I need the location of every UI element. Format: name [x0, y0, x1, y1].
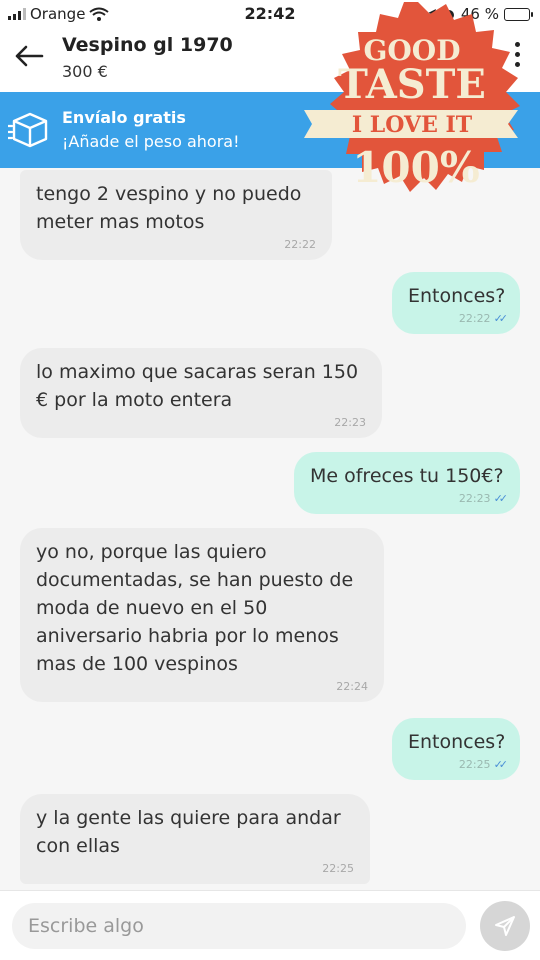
read-receipt-icon: ✓✓	[493, 758, 509, 771]
item-title[interactable]: Vespino gl 1970	[62, 34, 233, 56]
message-time: 22:24	[336, 680, 368, 693]
message-text: Me ofreces tu 150€?	[310, 465, 504, 487]
message-text: y la gente las quiere para andar con ell…	[36, 807, 341, 857]
message-text: Entonces?	[408, 731, 506, 753]
message-time: 22:22	[284, 238, 316, 251]
message-incoming: tengo 2 vespino y no puedo meter mas mot…	[20, 170, 332, 260]
message-time: 22:23 ✓✓	[458, 492, 509, 505]
send-icon	[495, 916, 515, 936]
message-incoming: yo no, porque las quiero documentadas, s…	[20, 528, 384, 702]
message-time: 22:22 ✓✓	[458, 312, 509, 325]
message-text: Entonces?	[408, 285, 506, 307]
send-button[interactable]	[480, 901, 530, 951]
message-incoming: y la gente las quiere para andar con ell…	[20, 794, 370, 884]
message-outgoing: Me ofreces tu 150€? 22:23 ✓✓	[294, 452, 520, 514]
message-text: tengo 2 vespino y no puedo meter mas mot…	[36, 183, 302, 233]
message-outgoing: Entonces? 22:22 ✓✓	[392, 272, 520, 334]
shipping-subtitle: ¡Añade el peso ahora!	[62, 132, 240, 151]
sticker-text-percent: 100%	[352, 143, 480, 192]
shipping-title: Envíalo gratis	[62, 108, 186, 127]
package-icon	[8, 112, 48, 148]
message-incoming: lo maximo que sacaras seran 150 € por la…	[20, 348, 382, 438]
message-time: 22:25 ✓✓	[458, 758, 509, 771]
message-list[interactable]: tengo 2 vespino y no puedo meter mas mot…	[0, 168, 540, 890]
message-time: 22:23	[334, 416, 366, 429]
composer-bar: Escribe algo	[0, 890, 540, 960]
read-receipt-icon: ✓✓	[493, 312, 509, 325]
item-price: 300 €	[62, 62, 108, 81]
message-text: lo maximo que sacaras seran 150 € por la…	[36, 361, 359, 411]
sticker-text-love: I LOVE IT	[352, 112, 473, 138]
message-text: yo no, porque las quiero documentadas, s…	[36, 541, 354, 675]
message-outgoing: Entonces? 22:25 ✓✓	[392, 718, 520, 780]
read-receipt-icon: ✓✓	[493, 492, 509, 505]
message-time: 22:25	[322, 862, 354, 875]
message-input[interactable]: Escribe algo	[12, 903, 466, 949]
back-arrow-icon[interactable]	[14, 44, 44, 68]
sticker-text-taste: TASTE	[338, 61, 486, 108]
good-taste-sticker: GOOD TASTE I LOVE IT 100%	[304, 2, 520, 192]
